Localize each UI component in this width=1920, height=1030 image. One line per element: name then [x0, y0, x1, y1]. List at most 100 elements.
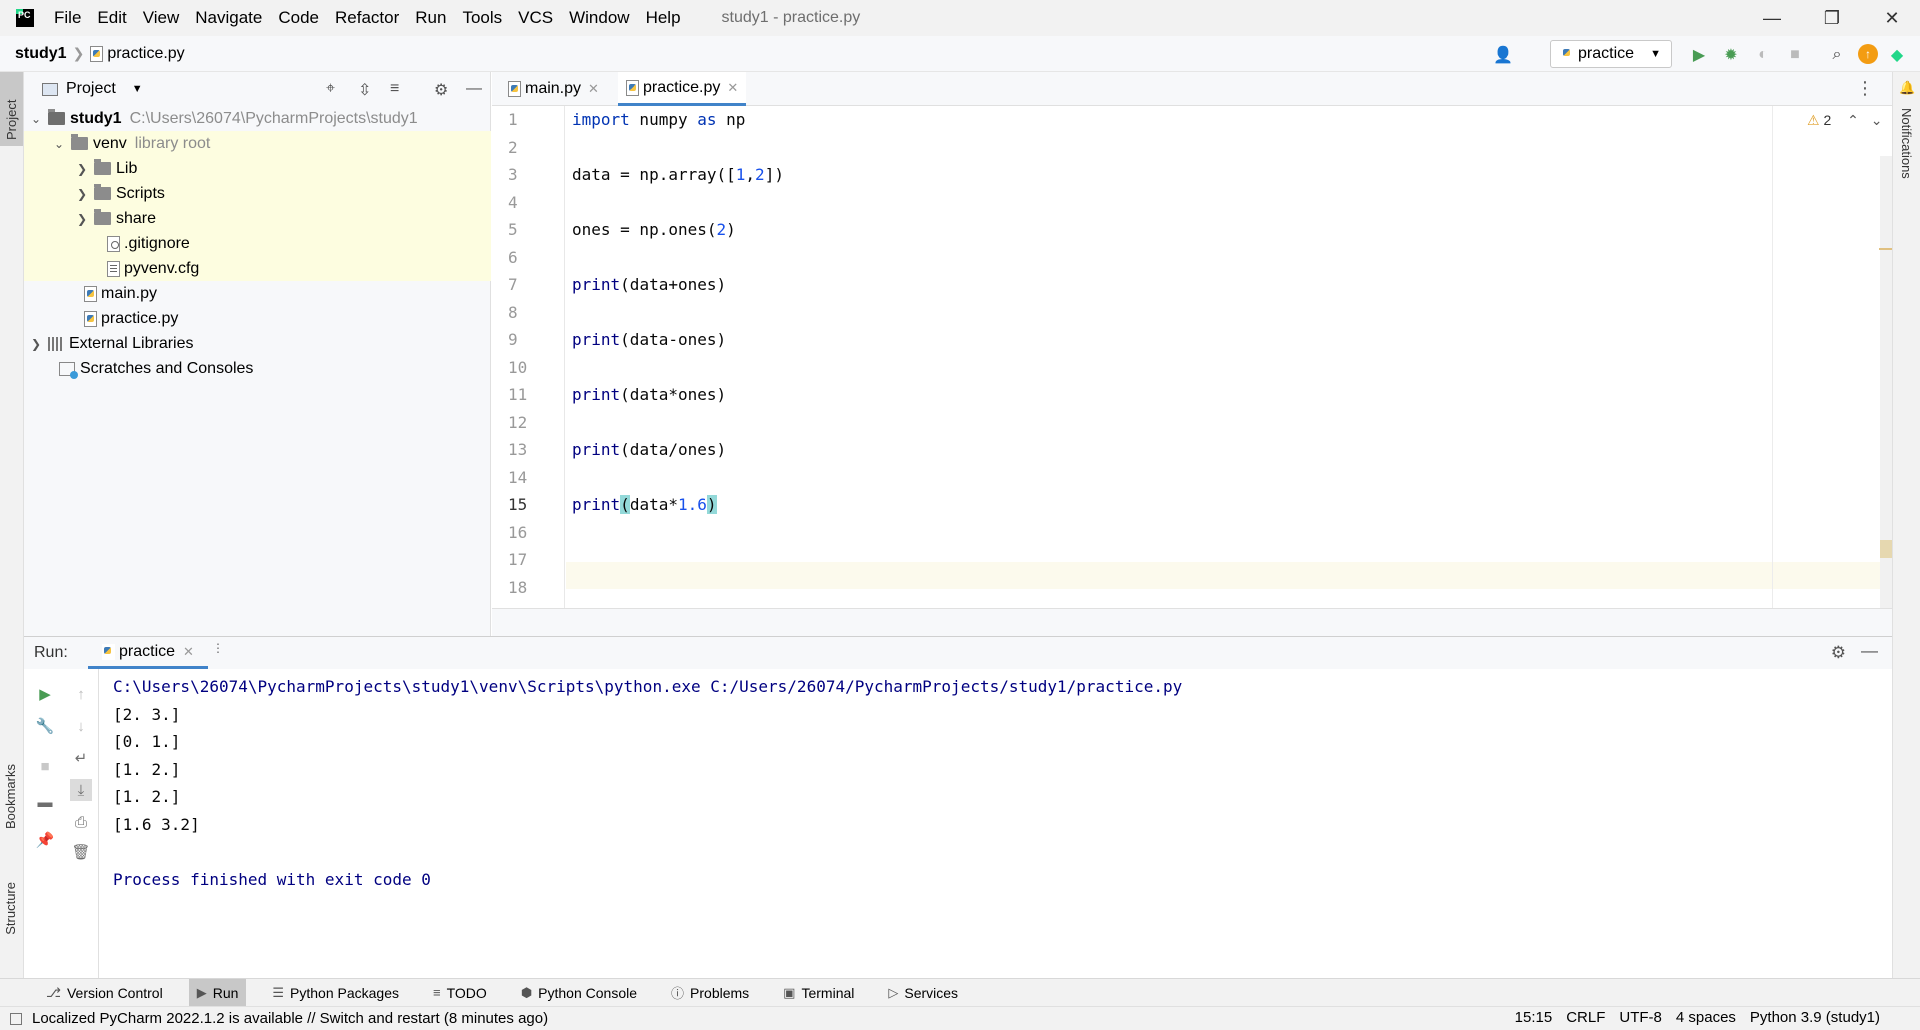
menu-tools[interactable]: Tools: [462, 8, 502, 28]
notification-bell-icon[interactable]: 🔔: [1899, 80, 1915, 96]
more-options-icon[interactable]: ⋮: [1856, 78, 1874, 99]
debug-icon[interactable]: ✹: [1720, 44, 1742, 66]
tool-run[interactable]: ▶ Run: [188, 978, 247, 1007]
chevron-down-icon[interactable]: ⌄: [1871, 112, 1883, 128]
close-icon[interactable]: ✕: [1872, 4, 1912, 32]
chevron-down-icon[interactable]: ▼: [132, 83, 143, 95]
indent-setting[interactable]: 4 spaces: [1676, 1009, 1736, 1026]
menu-edit[interactable]: Edit: [97, 8, 126, 28]
chevron-right-icon[interactable]: ❯: [74, 187, 90, 201]
tree-item-study1[interactable]: ⌄ study1 C:\Users\26074\PycharmProjects\…: [24, 106, 491, 131]
tab-project[interactable]: Project: [0, 72, 23, 146]
menu-refactor[interactable]: Refactor: [335, 8, 399, 28]
print-icon[interactable]: ⎙: [70, 811, 92, 833]
tree-item-external-libraries[interactable]: ❯ External Libraries: [24, 331, 491, 356]
menu-vcs[interactable]: VCS: [518, 8, 553, 28]
arrow-up-icon[interactable]: ↑: [70, 683, 92, 705]
more-tabs-icon[interactable]: ⋮: [212, 641, 224, 655]
chevron-down-icon[interactable]: ⌄: [51, 137, 67, 151]
scroll-to-end-icon[interactable]: ⤓: [70, 779, 92, 801]
code-line-3[interactable]: data = np.array([1,2]): [572, 165, 784, 184]
close-tab-icon[interactable]: ✕: [588, 81, 599, 97]
status-toggle-icon[interactable]: [10, 1012, 22, 1025]
breadcrumb-project[interactable]: study1: [15, 45, 67, 63]
rerun-icon[interactable]: ▶: [34, 683, 56, 705]
project-panel-title[interactable]: Project: [66, 80, 116, 98]
tool-problems[interactable]: ⓘ Problems: [663, 979, 757, 1007]
gear-icon[interactable]: ⚙: [434, 80, 448, 100]
tree-item-scripts[interactable]: ❯ Scripts: [24, 181, 491, 206]
coverage-icon[interactable]: ◐: [1752, 44, 1774, 66]
tab-bookmarks[interactable]: Bookmarks: [3, 764, 18, 829]
chevron-right-icon[interactable]: ❯: [28, 337, 44, 351]
code-line-15[interactable]: print(data*1.6): [572, 495, 717, 514]
close-tab-icon[interactable]: ✕: [727, 80, 738, 96]
scroll-thumb[interactable]: [1880, 540, 1892, 558]
inspection-widget[interactable]: ⚠ 2 ⌃ ⌄: [1807, 112, 1883, 129]
arrow-down-icon[interactable]: ↓: [70, 715, 92, 737]
stop-icon[interactable]: ■: [34, 755, 56, 777]
code-line-7[interactable]: print(data+ones): [572, 275, 726, 294]
chevron-down-icon[interactable]: ⌄: [28, 112, 44, 126]
tab-main-py[interactable]: main.py ✕: [500, 72, 607, 106]
tool-services[interactable]: ▷ Services: [880, 979, 966, 1007]
status-message-text[interactable]: Localized PyCharm 2022.1.2 is available …: [32, 1010, 548, 1027]
tab-structure[interactable]: Structure: [3, 882, 18, 935]
tree-item-scratches[interactable]: Scratches and Consoles: [24, 356, 491, 381]
menu-file[interactable]: File: [54, 8, 81, 28]
minimize-icon[interactable]: —: [1752, 4, 1792, 32]
tool-python-packages[interactable]: ☰ Python Packages: [264, 979, 407, 1007]
run-tab-practice[interactable]: practice ✕: [88, 637, 208, 669]
menu-code[interactable]: Code: [278, 8, 319, 28]
gear-icon[interactable]: ⚙: [1831, 643, 1846, 663]
layout-icon[interactable]: ▬: [34, 791, 56, 813]
menu-view[interactable]: View: [143, 8, 180, 28]
caret-position[interactable]: 15:15: [1515, 1009, 1553, 1026]
run-configuration-select[interactable]: practice ▼: [1550, 40, 1672, 68]
wrench-icon[interactable]: 🔧: [34, 715, 56, 737]
tree-item-pyvenv-cfg[interactable]: pyvenv.cfg: [24, 256, 491, 281]
tree-item-venv[interactable]: ⌄ venv library root: [24, 131, 491, 156]
menu-help[interactable]: Help: [646, 8, 681, 28]
run-icon[interactable]: ▶: [1688, 44, 1710, 66]
menu-navigate[interactable]: Navigate: [195, 8, 262, 28]
menu-run[interactable]: Run: [415, 8, 446, 28]
hide-icon[interactable]: —: [466, 80, 482, 98]
tree-item-practice-py[interactable]: practice.py: [24, 306, 491, 331]
tab-notifications[interactable]: Notifications: [1899, 108, 1914, 179]
collapse-all-icon[interactable]: ≡: [390, 80, 399, 98]
tab-practice-py[interactable]: practice.py ✕: [618, 72, 747, 106]
tree-item-main-py[interactable]: main.py: [24, 281, 491, 306]
stop-icon[interactable]: ■: [1784, 44, 1806, 66]
trash-icon[interactable]: 🗑: [70, 841, 92, 863]
status-message[interactable]: Localized PyCharm 2022.1.2 is available …: [10, 1010, 548, 1027]
python-interpreter[interactable]: Python 3.9 (study1): [1750, 1009, 1880, 1026]
search-icon[interactable]: ⌕: [1826, 44, 1848, 66]
code-line-13[interactable]: print(data/ones): [572, 440, 726, 459]
tree-item-share[interactable]: ❯ share: [24, 206, 491, 231]
plugin-icon[interactable]: ◆: [1886, 44, 1908, 66]
code-line-1[interactable]: import numpy as np: [572, 110, 745, 129]
soft-wrap-icon[interactable]: ↵: [70, 747, 92, 769]
file-encoding[interactable]: UTF-8: [1619, 1009, 1662, 1026]
tool-version-control[interactable]: ⎇ Version Control: [38, 979, 171, 1007]
warning-marker[interactable]: [1879, 248, 1893, 250]
tool-python-console[interactable]: ⬢ Python Console: [513, 979, 645, 1007]
update-icon[interactable]: ↑: [1858, 44, 1878, 64]
code-line-5[interactable]: ones = np.ones(2): [572, 220, 736, 239]
tool-terminal[interactable]: ▣ Terminal: [775, 979, 862, 1007]
editor-scrollbar[interactable]: [1879, 156, 1893, 608]
line-separator[interactable]: CRLF: [1566, 1009, 1605, 1026]
menu-window[interactable]: Window: [569, 8, 629, 28]
chevron-right-icon[interactable]: ❯: [74, 212, 90, 226]
pin-icon[interactable]: 📌: [34, 829, 56, 851]
tree-item-gitignore[interactable]: .gitignore: [24, 231, 491, 256]
user-icon[interactable]: 👤: [1492, 44, 1514, 66]
code-line-11[interactable]: print(data*ones): [572, 385, 726, 404]
hide-icon[interactable]: —: [1861, 641, 1878, 661]
code-line-9[interactable]: print(data-ones): [572, 330, 726, 349]
restore-icon[interactable]: ❐: [1812, 4, 1852, 32]
tool-todo[interactable]: ≡ TODO: [425, 979, 495, 1007]
expand-all-icon[interactable]: ⇳: [358, 80, 371, 100]
chevron-right-icon[interactable]: ❯: [74, 162, 90, 176]
